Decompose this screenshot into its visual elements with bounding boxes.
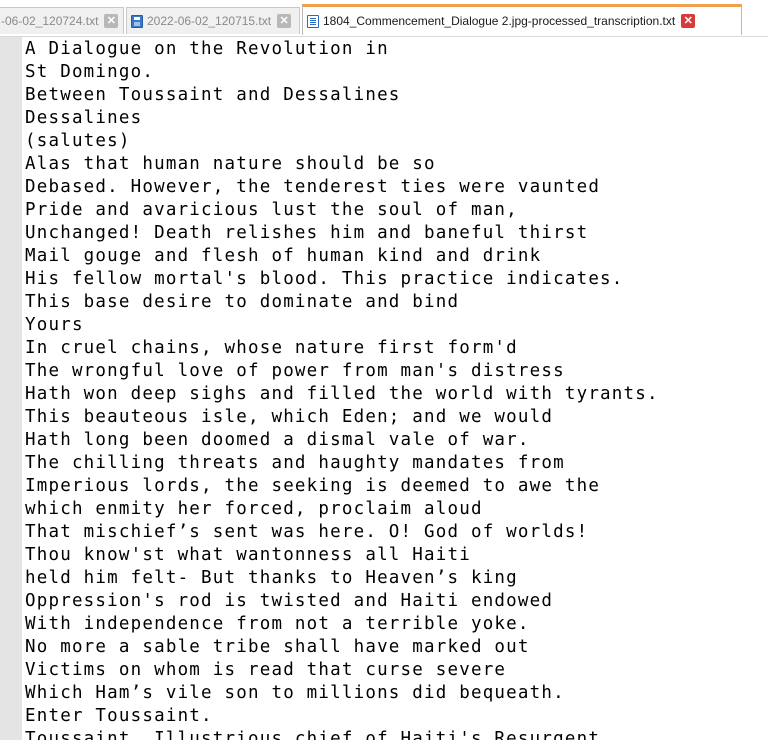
editor-line[interactable]: Dessalines	[25, 107, 768, 130]
editor-line[interactable]: No more a sable tribe shall have marked …	[25, 636, 768, 659]
editor-line[interactable]: This base desire to dominate and bind	[25, 291, 768, 314]
editor-line[interactable]: Which Ham’s vile son to millions did beq…	[25, 682, 768, 705]
editor-line[interactable]: Debased. However, the tenderest ties wer…	[25, 176, 768, 199]
close-tab-icon[interactable]: ✕	[277, 14, 292, 28]
tab-label: 2022-06-02_120715.txt	[147, 14, 272, 28]
editor-line[interactable]: The wrongful love of power from man's di…	[25, 360, 768, 383]
editor-line[interactable]: Victims on whom is read that curse sever…	[25, 659, 768, 682]
tab-file-transcription[interactable]: 1804_Commencement_Dialogue 2.jpg-process…	[302, 4, 742, 35]
tab-file-120715[interactable]: 2022-06-02_120715.txt ✕	[126, 7, 300, 34]
editor-line[interactable]: In cruel chains, whose nature first form…	[25, 337, 768, 360]
editor-line[interactable]: which enmity her forced, proclaim aloud	[25, 498, 768, 521]
editor-line[interactable]: Hath won deep sighs and filled the world…	[25, 383, 768, 406]
editor-line[interactable]: Pride and avaricious lust the soul of ma…	[25, 199, 768, 222]
editor-line[interactable]: Yours	[25, 314, 768, 337]
editor-line[interactable]: Enter Toussaint.	[25, 705, 768, 728]
editor-line[interactable]: Thou know'st what wantonness all Haiti	[25, 544, 768, 567]
editor-line[interactable]: This beauteous isle, which Eden; and we …	[25, 406, 768, 429]
editor-line[interactable]: A Dialogue on the Revolution in	[25, 38, 768, 61]
editor-line[interactable]: Alas that human nature should be so	[25, 153, 768, 176]
editor-line[interactable]: St Domingo.	[25, 61, 768, 84]
editor-line[interactable]: Between Toussaint and Dessalines	[25, 84, 768, 107]
text-editor[interactable]: A Dialogue on the Revolution in St Doming…	[25, 38, 768, 740]
editor-line[interactable]: held him felt- But thanks to Heaven’s ki…	[25, 567, 768, 590]
editor-line[interactable]: With independence from not a terrible yo…	[25, 613, 768, 636]
editor-line[interactable]: Hath long been doomed a dismal vale of w…	[25, 429, 768, 452]
editor-line[interactable]: The chilling threats and haughty mandate…	[25, 452, 768, 475]
document-file-icon	[307, 14, 319, 28]
editor-line[interactable]: (salutes)	[25, 130, 768, 153]
close-tab-icon[interactable]: ✕	[681, 14, 696, 28]
tab-file-120724[interactable]: -06-02_120724.txt ✕	[0, 7, 124, 34]
tab-bar: -06-02_120724.txt ✕ 2022-06-02_120715.tx…	[0, 0, 768, 37]
line-gutter	[0, 37, 22, 740]
close-tab-icon[interactable]: ✕	[104, 14, 119, 28]
tab-label: -06-02_120724.txt	[1, 14, 99, 28]
tab-label: 1804_Commencement_Dialogue 2.jpg-process…	[323, 14, 676, 28]
editor-line[interactable]: Toussaint. Illustrious chief of Haiti's …	[25, 728, 768, 740]
editor-line[interactable]: That mischief’s sent was here. O! God of…	[25, 521, 768, 544]
saved-file-icon	[131, 14, 143, 28]
editor-line[interactable]: Oppression's rod is twisted and Haiti en…	[25, 590, 768, 613]
editor-line[interactable]: Unchanged! Death relishes him and banefu…	[25, 222, 768, 245]
editor-line[interactable]: Mail gouge and flesh of human kind and d…	[25, 245, 768, 268]
editor-line[interactable]: His fellow mortal's blood. This practice…	[25, 268, 768, 291]
editor-line[interactable]: Imperious lords, the seeking is deemed t…	[25, 475, 768, 498]
